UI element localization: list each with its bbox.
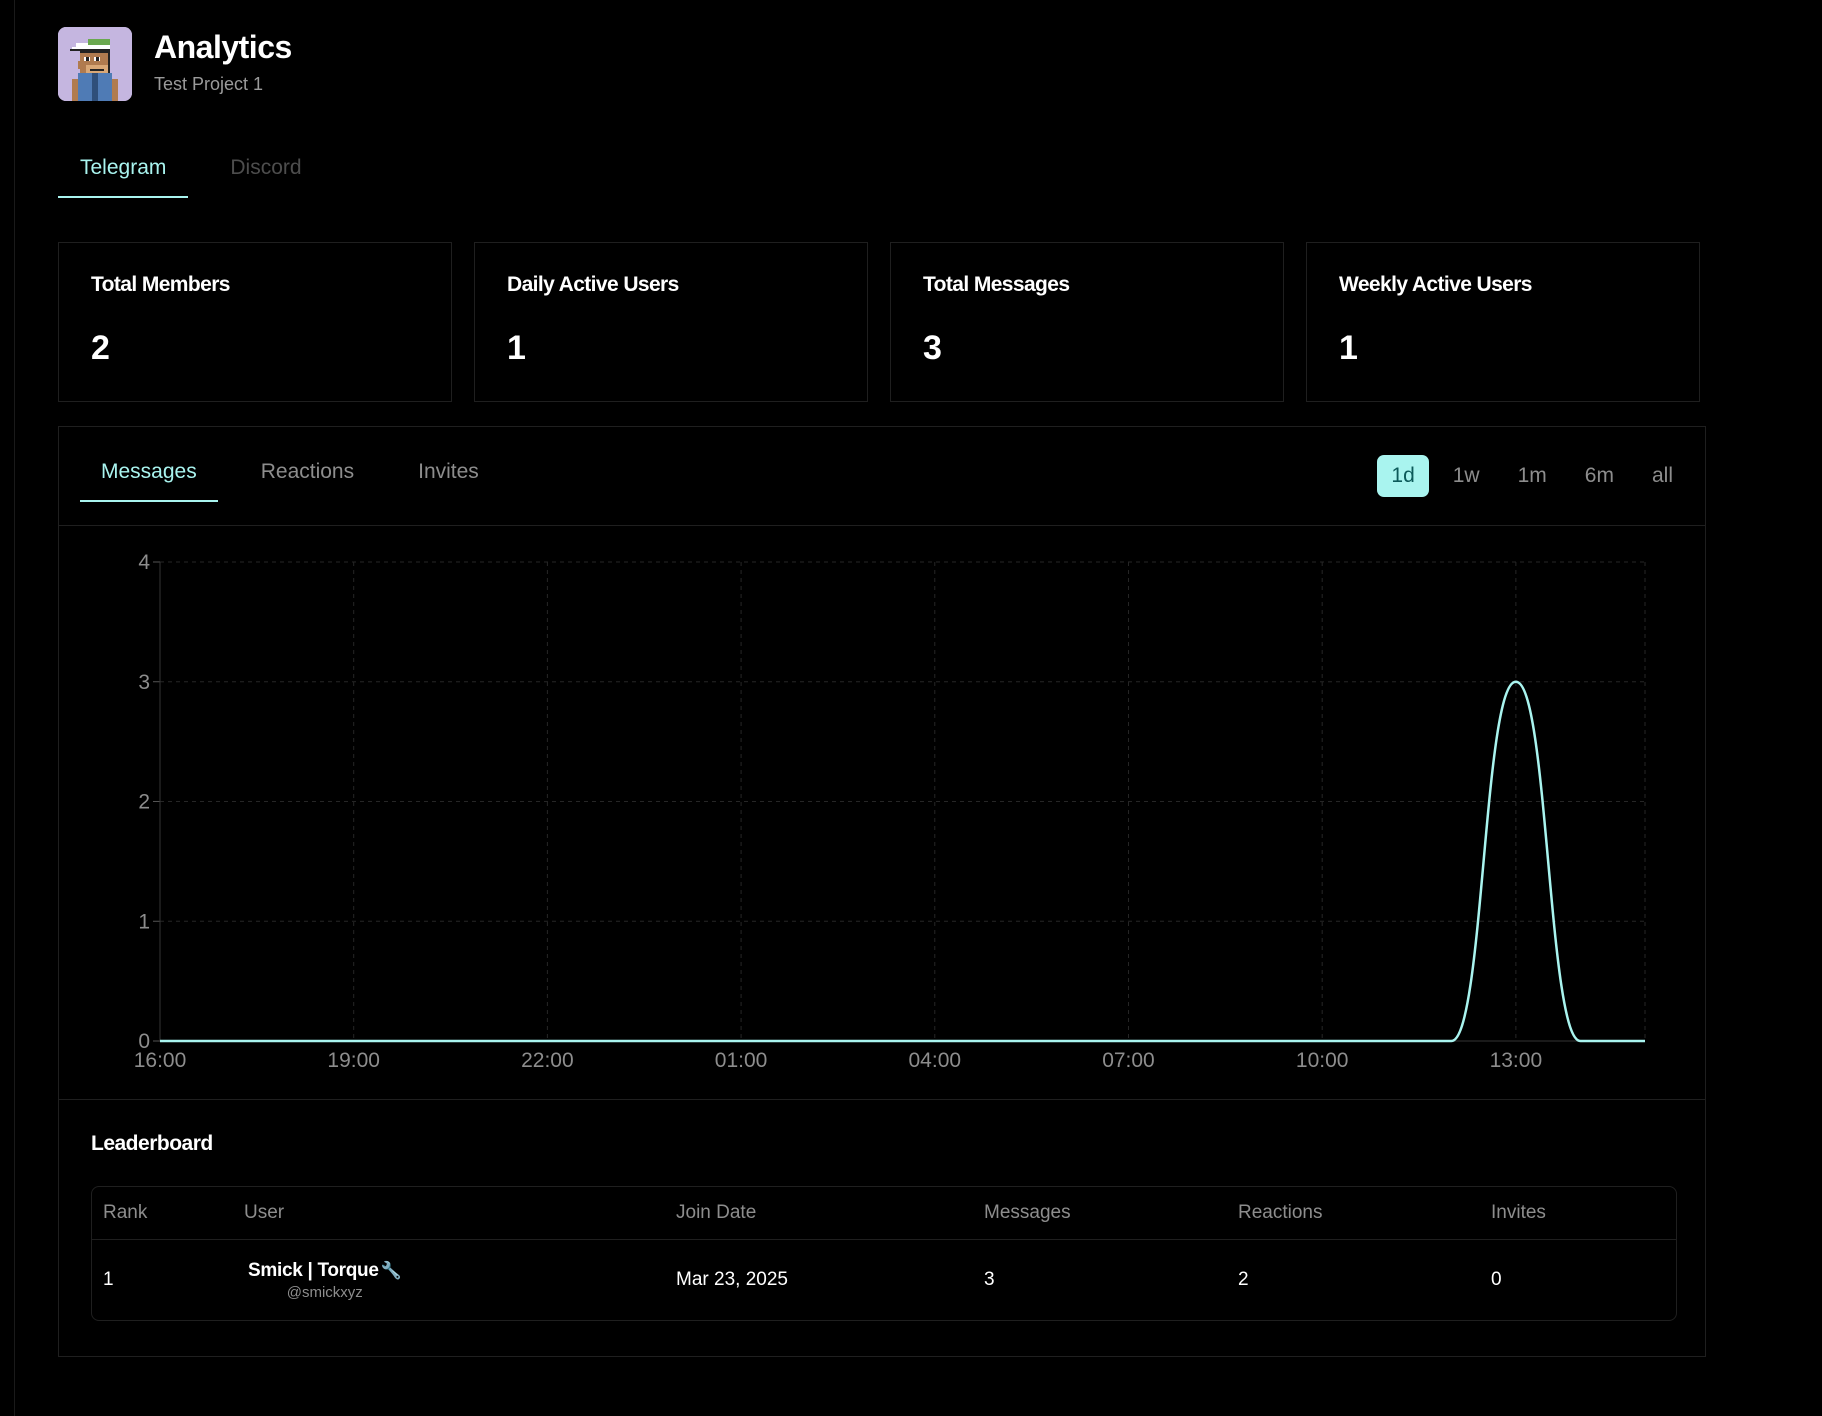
y-tick-label: 3 <box>138 671 150 694</box>
stats-row: Total Members 2 Daily Active Users 1 Tot… <box>58 242 1700 402</box>
user-info[interactable]: Smick | Torque 🔧 @smickxyz <box>248 1260 402 1301</box>
x-tick-label: 19:00 <box>327 1049 380 1072</box>
table-row[interactable]: 1 Smick | Torque 🔧 @smickxyz Mar 23, 2025… <box>92 1240 1676 1320</box>
messages-chart: 0 1 2 3 4 16:00 19:00 22:00 01:00 04:00 07:00 10:00… <box>59 525 1705 1100</box>
range-1m-button[interactable]: 1m <box>1504 455 1561 497</box>
stat-value: 2 <box>91 329 110 367</box>
stat-card-total-messages: Total Messages 3 <box>890 242 1284 402</box>
sidebar-divider <box>14 0 15 1416</box>
time-range-selector: 1d 1w 1m 6m all <box>1377 455 1687 497</box>
stat-card-daily-active-users: Daily Active Users 1 <box>474 242 868 402</box>
stat-card-total-members: Total Members 2 <box>58 242 452 402</box>
cell-invites: 0 <box>1491 1269 1502 1290</box>
column-header-messages[interactable]: Messages <box>984 1202 1238 1224</box>
y-tick-label: 1 <box>138 910 150 933</box>
range-1w-button[interactable]: 1w <box>1439 455 1494 497</box>
y-tick-label: 4 <box>138 551 150 574</box>
project-name: Test Project 1 <box>154 73 264 94</box>
x-tick-label: 22:00 <box>521 1049 574 1072</box>
leaderboard-section: Leaderboard Rank User Join Date Messages… <box>91 1132 1677 1321</box>
leaderboard-table: Rank User Join Date Messages Reactions I… <box>91 1186 1677 1321</box>
page-title: Analytics <box>154 28 292 65</box>
cell-reactions: 2 <box>1238 1269 1249 1290</box>
column-header-rank[interactable]: Rank <box>92 1202 244 1224</box>
panel-toolbar: Messages Reactions Invites 1d 1w 1m 6m a… <box>59 427 1705 526</box>
stat-label: Total Members <box>91 273 230 296</box>
tab-discord[interactable]: Discord <box>208 150 323 198</box>
platform-tabs: Telegram Discord <box>58 150 324 198</box>
stat-label: Total Messages <box>923 273 1070 296</box>
column-header-reactions[interactable]: Reactions <box>1238 1202 1491 1224</box>
stat-label: Daily Active Users <box>507 273 679 296</box>
page-header: Analytics Test Project 1 <box>58 27 292 101</box>
tab-telegram[interactable]: Telegram <box>58 150 189 198</box>
pixel-character-icon <box>58 27 132 101</box>
range-1d-button[interactable]: 1d <box>1377 455 1429 497</box>
leaderboard-title: Leaderboard <box>91 1132 213 1155</box>
user-name: Smick | Torque 🔧 <box>248 1260 402 1282</box>
activity-panel: Messages Reactions Invites 1d 1w 1m 6m a… <box>58 426 1706 1357</box>
x-tick-label: 13:00 <box>1490 1049 1543 1072</box>
y-tick-label: 2 <box>138 791 150 814</box>
stat-value: 1 <box>507 329 526 367</box>
tab-reactions[interactable]: Reactions <box>240 460 375 502</box>
user-handle: @smickxyz <box>286 1283 363 1301</box>
cell-messages: 3 <box>984 1269 995 1290</box>
x-tick-label: 10:00 <box>1296 1049 1349 1072</box>
x-tick-label: 01:00 <box>715 1049 768 1072</box>
cell-join-date: Mar 23, 2025 <box>676 1269 788 1290</box>
cell-user: Smick | Torque 🔧 @smickxyz <box>244 1260 676 1301</box>
x-tick-label: 16:00 <box>134 1049 187 1072</box>
wrench-icon: 🔧 <box>380 1260 402 1280</box>
column-header-user[interactable]: User <box>244 1202 676 1224</box>
user-display-name: Smick | Torque <box>248 1259 379 1281</box>
column-header-join-date[interactable]: Join Date <box>676 1202 984 1224</box>
line-chart: 0123416:00 19:00 22:00 01:00 04:00 07:00 10:00… <box>134 551 1646 1072</box>
metric-tabs: Messages Reactions Invites <box>80 460 500 502</box>
tab-messages[interactable]: Messages <box>80 460 218 502</box>
column-header-invites[interactable]: Invites <box>1491 1202 1676 1224</box>
project-avatar <box>58 27 132 101</box>
cell-rank: 1 <box>103 1269 114 1290</box>
series-line-messages <box>159 680 1645 1043</box>
stat-value: 3 <box>923 329 942 367</box>
stat-card-weekly-active-users: Weekly Active Users 1 <box>1306 242 1700 402</box>
table-header: Rank User Join Date Messages Reactions I… <box>92 1187 1676 1240</box>
range-6m-button[interactable]: 6m <box>1571 455 1628 497</box>
tab-invites[interactable]: Invites <box>397 460 500 502</box>
stat-value: 1 <box>1339 329 1358 367</box>
x-tick-label: 04:00 <box>909 1049 962 1072</box>
range-all-button[interactable]: all <box>1638 455 1687 497</box>
stat-label: Weekly Active Users <box>1339 273 1532 296</box>
x-tick-label: 07:00 <box>1102 1049 1155 1072</box>
